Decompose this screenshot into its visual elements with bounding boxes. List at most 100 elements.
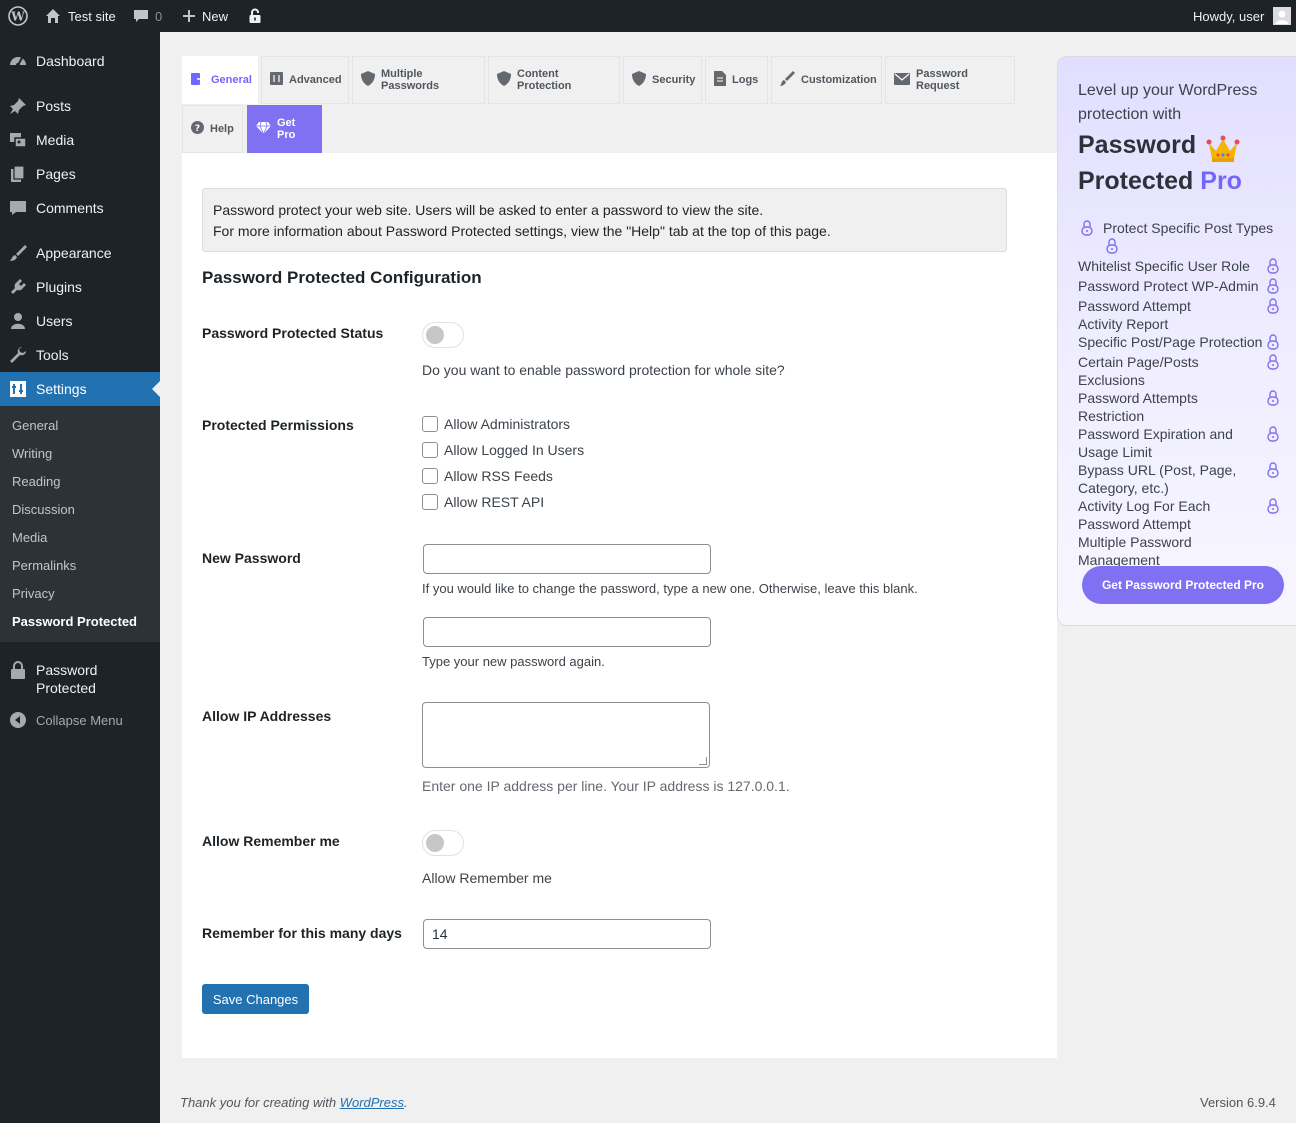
tab-get-pro[interactable]: Get Pro: [247, 105, 322, 153]
submenu-reading[interactable]: Reading: [12, 474, 60, 489]
menu-settings[interactable]: Settings: [0, 372, 160, 406]
submenu-password-protected[interactable]: Password Protected: [12, 614, 137, 629]
allow-rss-feeds-label: Allow RSS Feeds: [444, 468, 553, 484]
plus-icon: [182, 9, 196, 23]
feature-item: Password Attempts Restriction: [1078, 390, 1198, 424]
allow-rss-feeds-checkbox[interactable]: Allow RSS Feeds: [422, 468, 553, 484]
mail-icon: [894, 72, 910, 88]
feature-item: Password Attempt Activity Report: [1078, 298, 1191, 332]
avatar: [1273, 7, 1292, 25]
checkbox-box[interactable]: [422, 416, 438, 432]
brush-icon: [780, 71, 795, 89]
allow-logged-in-users-checkbox[interactable]: Allow Logged In Users: [422, 442, 584, 458]
resize-handle[interactable]: [699, 757, 707, 765]
menu-pages-label: Pages: [36, 166, 76, 182]
wordpress-logo-icon[interactable]: W: [8, 0, 28, 32]
settings-tabs: General Advanced Multiple Passwords Cont…: [182, 56, 1057, 153]
tab-get-pro-label: Get Pro: [277, 117, 296, 141]
ip-addresses-label: Allow IP Addresses: [202, 708, 332, 724]
media-icon: [8, 130, 28, 150]
collapse-menu-button[interactable]: Collapse Menu: [0, 703, 160, 737]
get-pro-button[interactable]: Get Password Protected Pro: [1082, 566, 1284, 604]
ip-addresses-textarea[interactable]: [422, 702, 710, 768]
remember-days-label: Remember for this many days: [202, 925, 402, 941]
menu-posts[interactable]: Posts: [0, 89, 160, 123]
footer-version: Version 6.9.4: [1200, 1095, 1276, 1110]
menu-appearance-label: Appearance: [36, 245, 112, 261]
submenu-writing[interactable]: Writing: [12, 446, 52, 461]
comment-icon: [8, 198, 28, 218]
menu-media-label: Media: [36, 132, 75, 148]
menu-users[interactable]: Users: [0, 304, 160, 338]
tab-general-label: General: [211, 74, 252, 86]
feature-item: Password Expiration and Usage Limit: [1078, 426, 1233, 460]
tab-advanced-label: Advanced: [289, 74, 342, 86]
tab-content-protection[interactable]: Content Protection: [488, 56, 620, 104]
tab-help[interactable]: ? Help: [182, 105, 243, 153]
allow-administrators-checkbox[interactable]: Allow Administrators: [422, 416, 570, 432]
menu-appearance[interactable]: Appearance: [0, 236, 160, 270]
allow-logged-in-users-label: Allow Logged In Users: [444, 442, 585, 458]
tab-security-label: Security: [652, 74, 696, 86]
submenu-permalinks[interactable]: Permalinks: [12, 558, 76, 573]
tab-advanced[interactable]: Advanced: [261, 56, 349, 104]
account-link[interactable]: Howdy, user: [1193, 0, 1292, 32]
new-password-input[interactable]: [423, 544, 711, 574]
menu-password-protected-label-line1: Password: [36, 662, 98, 678]
save-changes-button[interactable]: Save Changes: [202, 984, 309, 1014]
menu-pages[interactable]: Pages: [0, 157, 160, 191]
lock-icon[interactable]: [248, 0, 262, 32]
brush-icon: [8, 243, 28, 263]
tab-security[interactable]: Security: [623, 56, 702, 104]
tab-general[interactable]: General: [182, 56, 258, 104]
submenu-privacy[interactable]: Privacy: [12, 586, 55, 601]
plug-icon: [8, 277, 28, 297]
menu-media[interactable]: Media: [0, 123, 160, 157]
status-toggle[interactable]: [422, 322, 464, 348]
collapse-menu-label: Collapse Menu: [36, 712, 123, 728]
tab-password-request-label: Password Request: [916, 68, 968, 92]
document-icon: [714, 71, 726, 89]
status-label: Password Protected Status: [202, 325, 384, 341]
menu-comments[interactable]: Comments: [0, 191, 160, 225]
tab-multiple-passwords[interactable]: Multiple Passwords: [352, 56, 485, 104]
menu-dashboard[interactable]: Dashboard: [0, 44, 160, 78]
wordpress-link[interactable]: WordPress: [340, 1095, 404, 1110]
shield-icon: [497, 71, 511, 89]
lock-icon: [1267, 334, 1279, 350]
menu-tools[interactable]: Tools: [0, 338, 160, 372]
allow-rest-api-checkbox[interactable]: Allow REST API: [422, 494, 544, 510]
remember-days-input[interactable]: 14: [423, 919, 711, 949]
menu-password-protected[interactable]: Password Protected: [0, 658, 160, 702]
remember-me-toggle[interactable]: [422, 830, 464, 856]
new-content-link[interactable]: New: [182, 0, 228, 32]
dashboard-icon: [8, 51, 28, 71]
menu-dashboard-label: Dashboard: [36, 53, 105, 69]
tab-logs[interactable]: Logs: [705, 56, 768, 104]
tab-password-request[interactable]: Password Request: [885, 56, 1015, 104]
pages-icon: [8, 164, 28, 184]
comments-link[interactable]: 0: [133, 0, 162, 32]
submenu-media[interactable]: Media: [12, 530, 47, 545]
checkbox-box[interactable]: [422, 468, 438, 484]
remember-me-description: Allow Remember me: [422, 870, 552, 886]
submenu-discussion[interactable]: Discussion: [12, 502, 75, 517]
lock-icon: [8, 660, 28, 680]
lock-icon: [1267, 426, 1279, 442]
confirm-password-input[interactable]: [423, 617, 711, 647]
tab-logs-label: Logs: [732, 74, 759, 86]
lock-icon: [1267, 498, 1279, 514]
home-icon: [44, 7, 62, 25]
user-icon: [8, 311, 28, 331]
comments-count: 0: [155, 8, 163, 24]
checkbox-box[interactable]: [422, 494, 438, 510]
shield-icon: [632, 71, 646, 89]
site-name-link[interactable]: Test site: [44, 0, 116, 32]
lock-icon: [1267, 278, 1279, 294]
collapse-icon: [8, 710, 28, 730]
lock-icon: [1106, 238, 1118, 254]
tab-customization[interactable]: Customization: [771, 56, 882, 104]
submenu-general[interactable]: General: [12, 418, 58, 433]
menu-plugins[interactable]: Plugins: [0, 270, 160, 304]
checkbox-box[interactable]: [422, 442, 438, 458]
